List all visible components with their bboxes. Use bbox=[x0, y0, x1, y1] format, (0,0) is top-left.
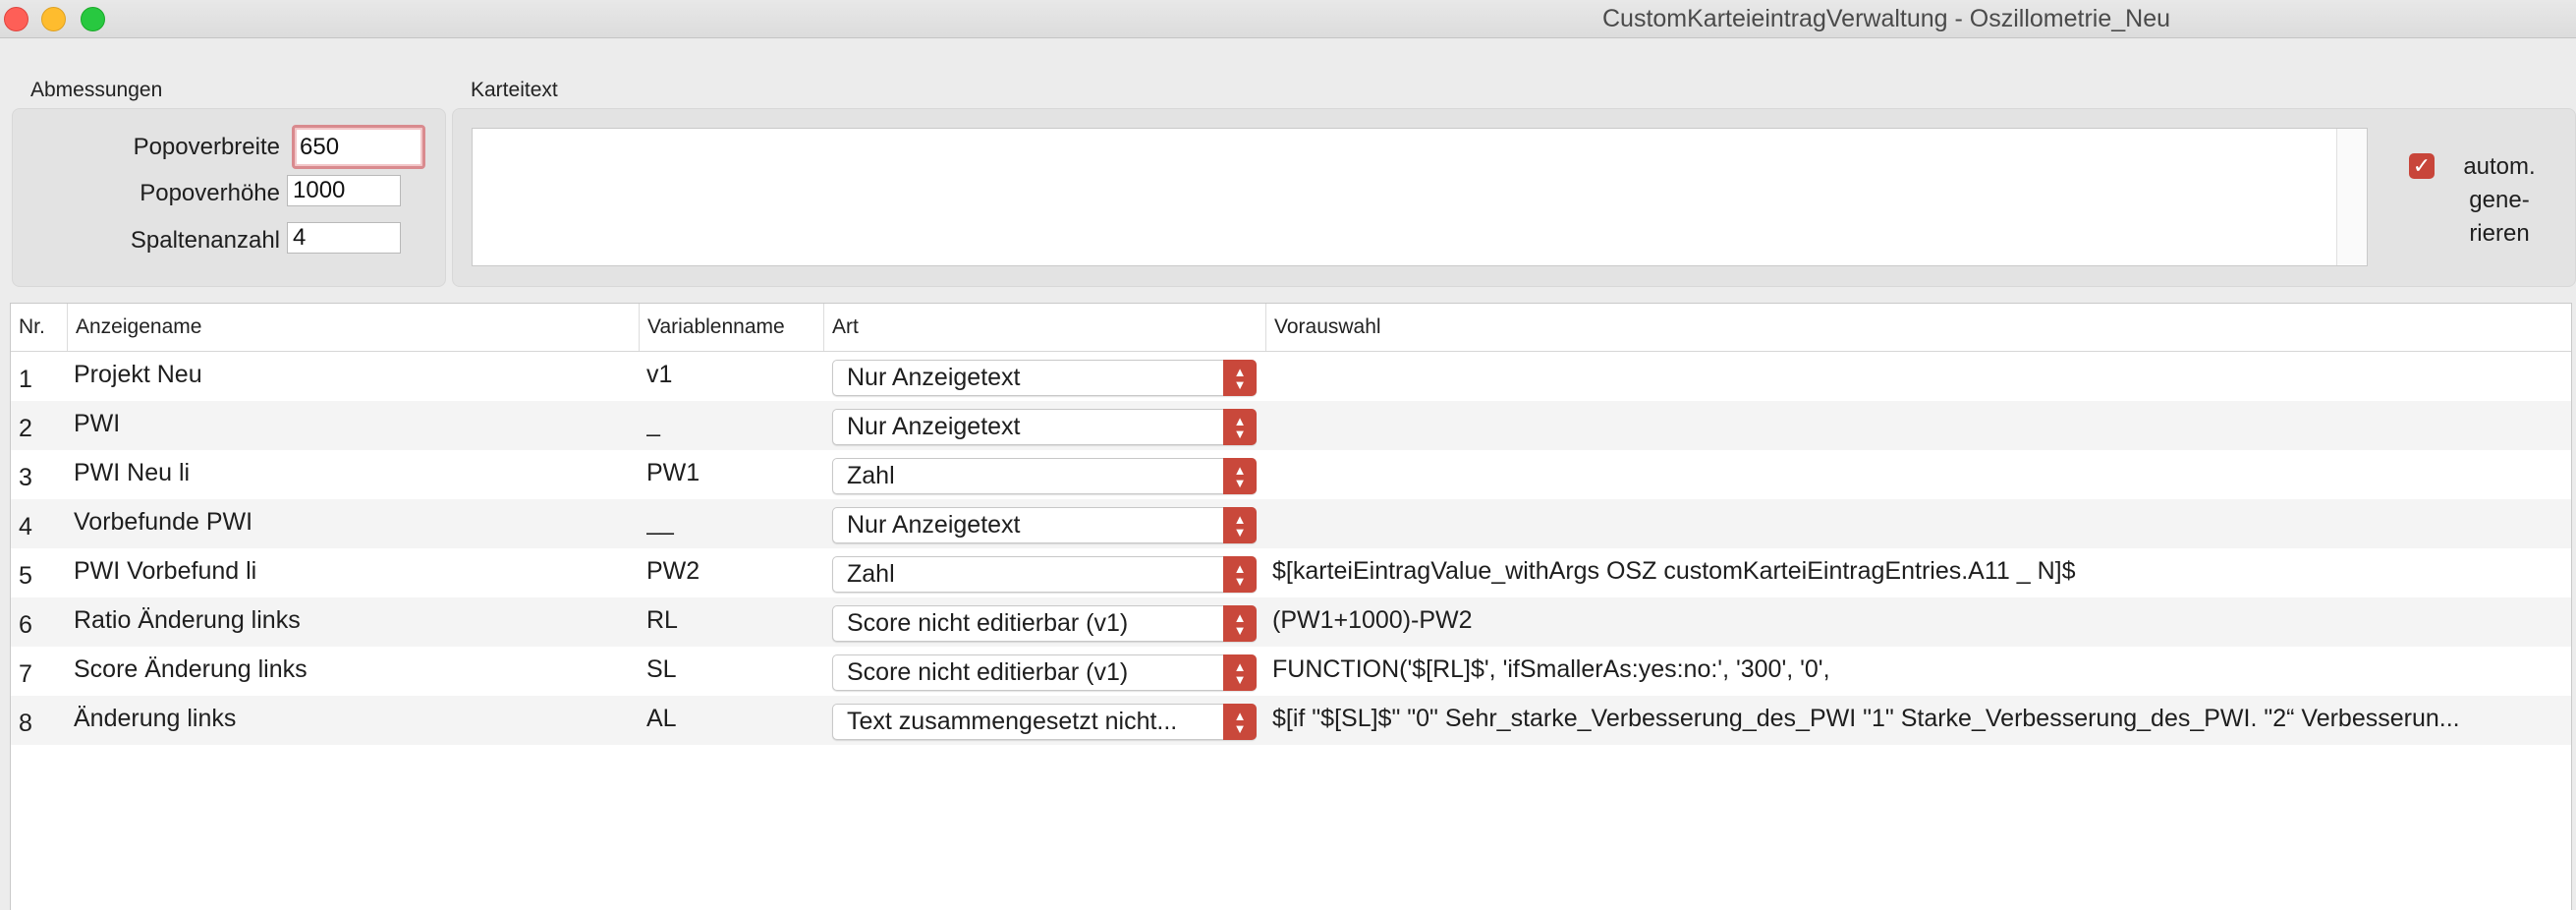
row-preselection: $[karteiEintragValue_withArgs OSZ custom… bbox=[1272, 557, 2076, 585]
table-row[interactable]: 1 Projekt Neu v1 Nur Anzeigetext ▲ ▼ bbox=[11, 352, 2571, 401]
row-variable-name: PW2 bbox=[646, 557, 700, 585]
row-number: 3 bbox=[19, 464, 32, 491]
row-preselection bbox=[1272, 352, 2567, 401]
row-type-popup[interactable]: Nur Anzeigetext ▲ ▼ bbox=[832, 507, 1257, 543]
row-display-name: PWI Neu li bbox=[74, 459, 191, 486]
row-number: 1 bbox=[19, 366, 32, 393]
row-preselection: (PW1+1000)-PW2 bbox=[1272, 606, 1473, 634]
row-display-name: Ratio Änderung links bbox=[74, 606, 301, 634]
row-preselection: FUNCTION('$[RL]$', 'ifSmallerAs:yes:no:'… bbox=[1272, 655, 1830, 683]
table-row[interactable]: 2 PWI _ Nur Anzeigetext ▲ ▼ bbox=[11, 401, 2571, 450]
table-row[interactable]: 8 Änderung links AL Text zusammengesetzt… bbox=[11, 696, 2571, 745]
column-header-nr[interactable]: Nr. bbox=[11, 304, 68, 351]
dimensions-panel: Popoverbreite Popoverhöhe Spaltenanzahl bbox=[12, 108, 446, 287]
row-preselection: $[if "$[SL]$" "0" Sehr_starke_Verbesseru… bbox=[1272, 705, 2460, 732]
row-variable-name: v1 bbox=[646, 361, 673, 388]
row-number: 6 bbox=[19, 611, 32, 639]
row-type-popup[interactable]: Score nicht editierbar (v1) ▲ ▼ bbox=[832, 654, 1257, 691]
row-variable-name: __ bbox=[646, 508, 674, 536]
table-row[interactable]: 6 Ratio Änderung links RL Score nicht ed… bbox=[11, 597, 2571, 647]
popover-width-row: Popoverbreite bbox=[13, 125, 445, 169]
row-number: 5 bbox=[19, 562, 32, 590]
popover-width-input[interactable] bbox=[292, 125, 425, 169]
title-bar: CustomKarteieintragVerwaltung - Oszillom… bbox=[0, 0, 2576, 38]
karteitext-group-label: Karteitext bbox=[471, 79, 558, 101]
row-preselection bbox=[1272, 401, 2567, 450]
popover-height-label: Popoverhöhe bbox=[140, 180, 280, 206]
column-header-display-name[interactable]: Anzeigename bbox=[68, 304, 640, 351]
row-preselection bbox=[1272, 450, 2567, 499]
table-row[interactable]: 7 Score Änderung links SL Score nicht ed… bbox=[11, 647, 2571, 696]
row-variable-name: PW1 bbox=[646, 459, 700, 486]
row-display-name: PWI Vorbefund li bbox=[74, 557, 257, 585]
row-variable-name: SL bbox=[646, 655, 677, 683]
row-number: 4 bbox=[19, 513, 32, 540]
row-display-name: PWI bbox=[74, 410, 121, 437]
chevron-up-down-icon: ▲ ▼ bbox=[1223, 556, 1257, 593]
popover-height-input[interactable] bbox=[287, 175, 401, 206]
row-number: 2 bbox=[19, 415, 32, 442]
row-number: 7 bbox=[19, 660, 32, 688]
column-count-input[interactable] bbox=[287, 222, 401, 254]
chevron-up-down-icon: ▲ ▼ bbox=[1223, 360, 1257, 396]
auto-generate-checkbox[interactable]: ✓ bbox=[2409, 153, 2435, 179]
window-title: CustomKarteieintragVerwaltung - Oszillom… bbox=[1601, 5, 2171, 32]
chevron-up-down-icon: ▲ ▼ bbox=[1223, 605, 1257, 642]
karteitext-textarea[interactable] bbox=[472, 128, 2368, 266]
table-row[interactable]: 4 Vorbefunde PWI __ Nur Anzeigetext ▲ ▼ bbox=[11, 499, 2571, 548]
karteitext-scrollbar[interactable] bbox=[2336, 129, 2367, 265]
app-window: CustomKarteieintragVerwaltung - Oszillom… bbox=[0, 0, 2576, 910]
chevron-up-down-icon: ▲ ▼ bbox=[1223, 704, 1257, 740]
table-row[interactable]: 3 PWI Neu li PW1 Zahl ▲ ▼ bbox=[11, 450, 2571, 499]
dimensions-group-label: Abmessungen bbox=[30, 79, 163, 101]
popover-height-row: Popoverhöhe bbox=[13, 174, 445, 213]
row-display-name: Score Änderung links bbox=[74, 655, 308, 683]
row-type-popup[interactable]: Text zusammengesetzt nicht... ▲ ▼ bbox=[832, 704, 1257, 740]
row-variable-name: RL bbox=[646, 606, 678, 634]
chevron-up-down-icon: ▲ ▼ bbox=[1223, 409, 1257, 445]
minimize-window-button[interactable] bbox=[41, 7, 66, 31]
table-row[interactable]: 5 PWI Vorbefund li PW2 Zahl ▲ ▼ $[karteiEi… bbox=[11, 548, 2571, 597]
popover-width-label: Popoverbreite bbox=[133, 134, 280, 160]
row-preselection bbox=[1272, 499, 2567, 548]
row-type-popup[interactable]: Nur Anzeigetext ▲ ▼ bbox=[832, 409, 1257, 445]
chevron-up-down-icon: ▲ ▼ bbox=[1223, 458, 1257, 494]
auto-generate-label: autom. gene- rieren bbox=[2463, 153, 2536, 247]
row-display-name: Vorbefunde PWI bbox=[74, 508, 253, 536]
close-window-button[interactable] bbox=[4, 7, 28, 31]
column-count-label: Spaltenanzahl bbox=[130, 227, 280, 254]
column-header-type[interactable]: Art bbox=[824, 304, 1266, 351]
chevron-up-down-icon: ▲ ▼ bbox=[1223, 654, 1257, 691]
row-type-popup[interactable]: Zahl ▲ ▼ bbox=[832, 458, 1257, 494]
row-variable-name: _ bbox=[646, 410, 660, 437]
row-type-popup[interactable]: Zahl ▲ ▼ bbox=[832, 556, 1257, 593]
checkmark-icon: ✓ bbox=[2412, 153, 2432, 178]
entries-table[interactable]: Nr. Anzeigename Variablenname Art Voraus… bbox=[10, 303, 2572, 910]
chevron-up-down-icon: ▲ ▼ bbox=[1223, 507, 1257, 543]
column-header-variable-name[interactable]: Variablenname bbox=[640, 304, 824, 351]
row-display-name: Projekt Neu bbox=[74, 361, 202, 388]
karteitext-panel: ✓ autom. gene- rieren bbox=[452, 108, 2576, 287]
row-type-popup[interactable]: Score nicht editierbar (v1) ▲ ▼ bbox=[832, 605, 1257, 642]
column-count-row: Spaltenanzahl bbox=[13, 221, 445, 260]
row-type-popup[interactable]: Nur Anzeigetext ▲ ▼ bbox=[832, 360, 1257, 396]
table-header: Nr. Anzeigename Variablenname Art Voraus… bbox=[11, 304, 2571, 352]
zoom-window-button[interactable] bbox=[81, 7, 105, 31]
column-header-preselection[interactable]: Vorauswahl bbox=[1266, 304, 2571, 351]
row-variable-name: AL bbox=[646, 705, 677, 732]
row-number: 8 bbox=[19, 710, 32, 737]
row-display-name: Änderung links bbox=[74, 705, 237, 732]
